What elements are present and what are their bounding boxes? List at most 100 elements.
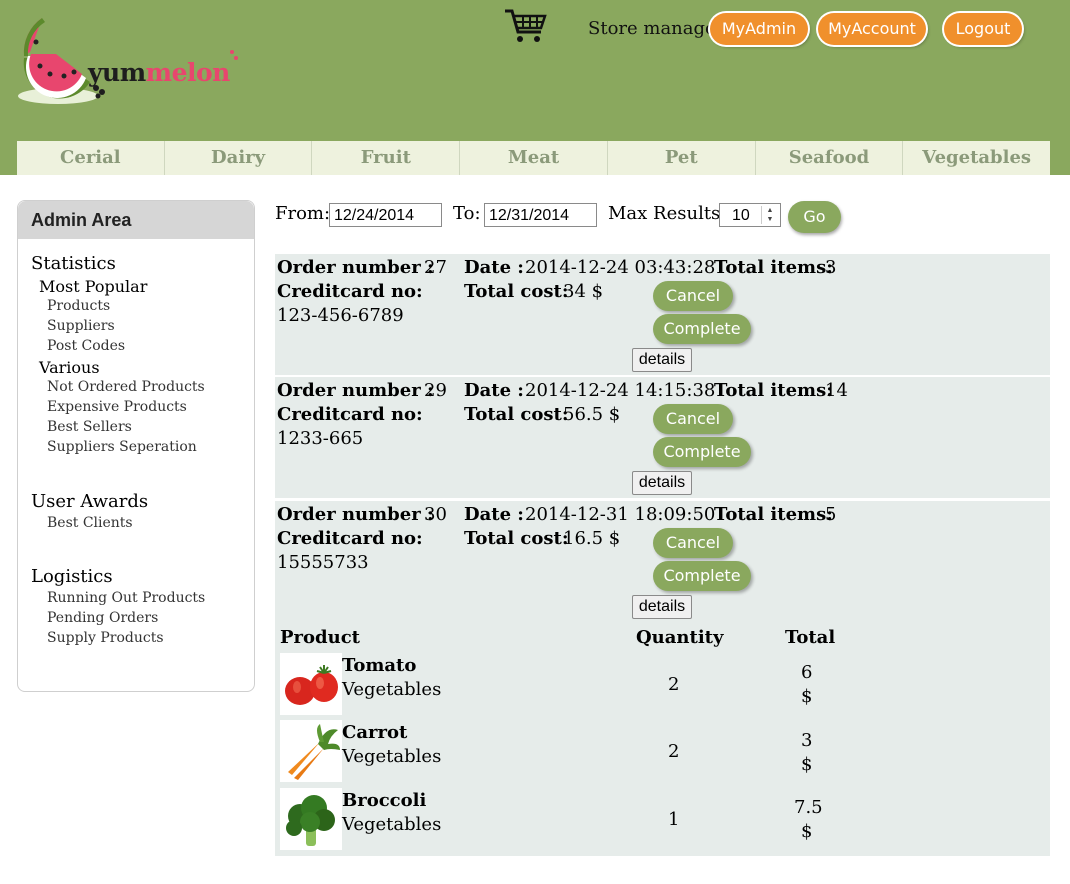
date-value: 2014-12-24 03:43:28	[525, 257, 716, 278]
admin-sidebar: Admin Area Statistics Most Popular Produ…	[17, 200, 255, 692]
max-results-stepper[interactable]: 10 ▲ ▼	[719, 203, 781, 227]
complete-button[interactable]: Complete	[653, 437, 751, 467]
creditcard-value: 123-456-6789	[277, 305, 404, 326]
order-number-value: 29	[424, 380, 447, 401]
shopping-cart-icon[interactable]	[503, 8, 549, 44]
sidebar-link-expensive-products[interactable]: Expensive Products	[47, 399, 187, 415]
total-items-value: 3	[825, 257, 837, 278]
to-date-input[interactable]: 12/31/2014	[484, 203, 597, 227]
order-card: Order number : 29 Date : 2014-12-24 14:1…	[275, 377, 1050, 498]
column-header-quantity: Quantity	[636, 627, 724, 648]
complete-button[interactable]: Complete	[653, 561, 751, 591]
broccoli-image	[280, 788, 342, 850]
total-items-label: Total items:	[714, 380, 833, 401]
logo-text-melon: melon	[145, 58, 231, 87]
total-cost-label: Total cost:	[464, 528, 569, 549]
to-label: To:	[453, 203, 481, 224]
total-cost-label: Total cost:	[464, 281, 569, 302]
product-name: Carrot	[342, 722, 408, 743]
sidebar-link-best-sellers[interactable]: Best Sellers	[47, 419, 132, 435]
product-currency: $	[801, 821, 813, 842]
order-number-value: 30	[424, 504, 447, 525]
logout-button[interactable]: Logout	[944, 13, 1022, 45]
order-number-label: Order number :	[277, 257, 434, 278]
category-tab-meat[interactable]: Meat	[460, 141, 608, 175]
creditcard-label: Creditcard no:	[277, 281, 423, 302]
sidebar-heading-logistics: Logistics	[31, 566, 113, 587]
total-cost-value: 56.5 $	[563, 404, 621, 425]
sidebar-link-post-codes[interactable]: Post Codes	[47, 338, 125, 354]
category-tab-cerial[interactable]: Cerial	[17, 141, 165, 175]
category-tab-vegetables[interactable]: Vegetables	[903, 141, 1050, 175]
creditcard-value: 1233-665	[277, 428, 364, 449]
product-name: Broccoli	[342, 790, 427, 811]
logo-text: yummelon	[88, 58, 230, 87]
total-cost-label: Total cost:	[464, 404, 569, 425]
order-number-value: 27	[424, 257, 447, 278]
category-tab-seafood[interactable]: Seafood	[756, 141, 904, 175]
category-tab-dairy[interactable]: Dairy	[165, 141, 313, 175]
cancel-button[interactable]: Cancel	[653, 281, 733, 311]
carrot-image	[280, 720, 342, 782]
from-date-input[interactable]: 12/24/2014	[329, 203, 442, 227]
product-quantity: 2	[668, 741, 680, 762]
order-number-label: Order number :	[277, 504, 434, 525]
sidebar-heading-statistics: Statistics	[31, 253, 116, 274]
product-total: 3	[801, 730, 813, 751]
total-items-value: 14	[825, 380, 848, 401]
sidebar-subheading-most-popular: Most Popular	[39, 277, 148, 296]
sidebar-link-not-ordered-products[interactable]: Not Ordered Products	[47, 379, 205, 395]
header: yummelon Store manager MyAdmin MyAccount…	[0, 0, 1070, 175]
myaccount-button[interactable]: MyAccount	[818, 13, 926, 45]
total-items-value: 5	[825, 504, 837, 525]
category-tab-fruit[interactable]: Fruit	[312, 141, 461, 175]
category-nav: Cerial Dairy Fruit Meat Pet Seafood Vege…	[17, 141, 1050, 175]
total-items-label: Total items:	[714, 504, 833, 525]
sidebar-link-best-clients[interactable]: Best Clients	[47, 515, 133, 531]
details-button[interactable]: details	[632, 348, 692, 372]
yummelon-logo[interactable]: yummelon	[16, 12, 246, 108]
stepper-down-icon[interactable]: ▼	[762, 215, 778, 224]
complete-button[interactable]: Complete	[653, 314, 751, 344]
details-button[interactable]: details	[632, 595, 692, 619]
store-manager-label: Store manager	[588, 18, 725, 39]
creditcard-label: Creditcard no:	[277, 528, 423, 549]
logo-text-yum: yum	[88, 58, 146, 87]
product-name: Tomato	[342, 655, 417, 676]
date-label: Date :	[464, 380, 524, 401]
category-tab-pet[interactable]: Pet	[608, 141, 756, 175]
product-quantity: 2	[668, 674, 680, 695]
creditcard-value: 15555733	[277, 552, 369, 573]
total-items-label: Total items:	[714, 257, 833, 278]
sidebar-link-products[interactable]: Products	[47, 298, 110, 314]
sidebar-link-running-out-products[interactable]: Running Out Products	[47, 590, 205, 606]
stepper-up-icon[interactable]: ▲	[762, 206, 778, 215]
total-cost-value: 34 $	[563, 281, 604, 302]
date-label: Date :	[464, 257, 524, 278]
order-card: Order number : 27 Date : 2014-12-24 03:4…	[275, 254, 1050, 375]
go-button[interactable]: Go	[788, 201, 841, 233]
myadmin-button[interactable]: MyAdmin	[710, 13, 808, 45]
sidebar-link-suppliers-seperation[interactable]: Suppliers Seperation	[47, 439, 197, 455]
sidebar-link-pending-orders[interactable]: Pending Orders	[47, 610, 158, 626]
date-label: Date :	[464, 504, 524, 525]
cancel-button[interactable]: Cancel	[653, 528, 733, 558]
product-currency: $	[801, 754, 813, 775]
date-value: 2014-12-31 18:09:50	[525, 504, 716, 525]
sidebar-title: Admin Area	[18, 201, 254, 239]
max-results-label: Max Results:	[608, 203, 727, 224]
order-card-expanded: Order number : 30 Date : 2014-12-31 18:0…	[275, 501, 1050, 856]
stepper-arrows[interactable]: ▲ ▼	[761, 206, 778, 224]
tomato-image	[280, 653, 342, 715]
sidebar-link-suppliers[interactable]: Suppliers	[47, 318, 115, 334]
max-results-value: 10	[732, 207, 750, 224]
product-quantity: 1	[668, 809, 680, 830]
sidebar-link-supply-products[interactable]: Supply Products	[47, 630, 164, 646]
details-button[interactable]: details	[632, 471, 692, 495]
cancel-button[interactable]: Cancel	[653, 404, 733, 434]
from-label: From:	[275, 203, 331, 224]
column-header-product: Product	[280, 627, 360, 648]
product-category: Vegetables	[342, 746, 442, 767]
sidebar-heading-user-awards: User Awards	[31, 491, 149, 512]
product-currency: $	[801, 686, 813, 707]
